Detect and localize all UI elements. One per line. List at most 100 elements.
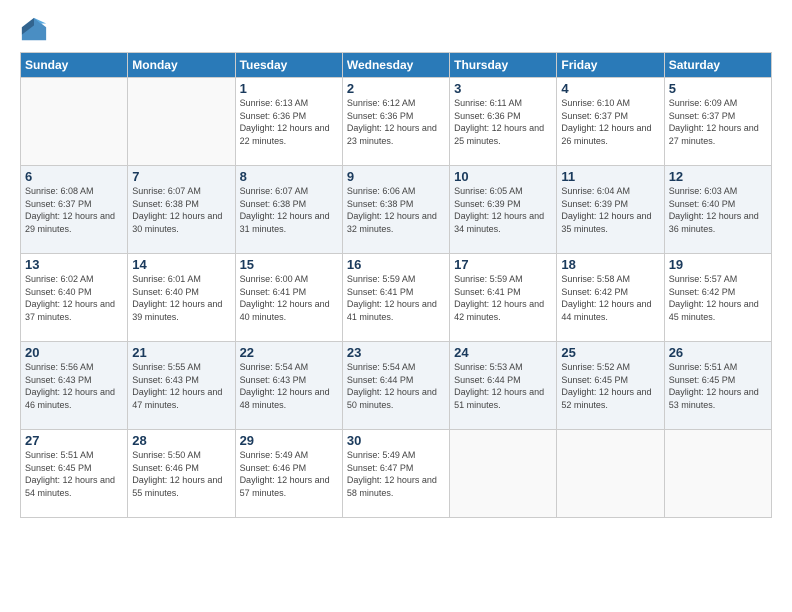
day-number: 16	[347, 257, 445, 272]
day-number: 8	[240, 169, 338, 184]
day-info: Sunrise: 5:59 AMSunset: 6:41 PMDaylight:…	[454, 273, 552, 323]
sunset-text: Sunset: 6:43 PM	[25, 374, 123, 387]
day-info: Sunrise: 6:02 AMSunset: 6:40 PMDaylight:…	[25, 273, 123, 323]
day-cell: 9Sunrise: 6:06 AMSunset: 6:38 PMDaylight…	[342, 166, 449, 254]
day-info: Sunrise: 6:07 AMSunset: 6:38 PMDaylight:…	[132, 185, 230, 235]
sunset-text: Sunset: 6:42 PM	[669, 286, 767, 299]
day-cell: 23Sunrise: 5:54 AMSunset: 6:44 PMDayligh…	[342, 342, 449, 430]
day-number: 14	[132, 257, 230, 272]
daylight-text: Daylight: 12 hours and 39 minutes.	[132, 298, 230, 323]
sunset-text: Sunset: 6:38 PM	[240, 198, 338, 211]
day-info: Sunrise: 5:51 AMSunset: 6:45 PMDaylight:…	[25, 449, 123, 499]
daylight-text: Daylight: 12 hours and 48 minutes.	[240, 386, 338, 411]
day-cell	[128, 78, 235, 166]
day-info: Sunrise: 6:04 AMSunset: 6:39 PMDaylight:…	[561, 185, 659, 235]
day-info: Sunrise: 6:06 AMSunset: 6:38 PMDaylight:…	[347, 185, 445, 235]
day-cell: 28Sunrise: 5:50 AMSunset: 6:46 PMDayligh…	[128, 430, 235, 518]
day-number: 2	[347, 81, 445, 96]
sunrise-text: Sunrise: 6:07 AM	[240, 185, 338, 198]
day-number: 27	[25, 433, 123, 448]
day-number: 5	[669, 81, 767, 96]
week-row-3: 13Sunrise: 6:02 AMSunset: 6:40 PMDayligh…	[21, 254, 772, 342]
sunrise-text: Sunrise: 6:04 AM	[561, 185, 659, 198]
day-cell: 17Sunrise: 5:59 AMSunset: 6:41 PMDayligh…	[450, 254, 557, 342]
day-cell: 1Sunrise: 6:13 AMSunset: 6:36 PMDaylight…	[235, 78, 342, 166]
sunset-text: Sunset: 6:43 PM	[132, 374, 230, 387]
sunset-text: Sunset: 6:38 PM	[132, 198, 230, 211]
day-number: 1	[240, 81, 338, 96]
daylight-text: Daylight: 12 hours and 27 minutes.	[669, 122, 767, 147]
sunset-text: Sunset: 6:36 PM	[347, 110, 445, 123]
day-info: Sunrise: 5:54 AMSunset: 6:43 PMDaylight:…	[240, 361, 338, 411]
sunset-text: Sunset: 6:37 PM	[561, 110, 659, 123]
day-number: 4	[561, 81, 659, 96]
sunset-text: Sunset: 6:37 PM	[25, 198, 123, 211]
daylight-text: Daylight: 12 hours and 54 minutes.	[25, 474, 123, 499]
sunrise-text: Sunrise: 5:59 AM	[347, 273, 445, 286]
sunset-text: Sunset: 6:43 PM	[240, 374, 338, 387]
day-cell: 12Sunrise: 6:03 AMSunset: 6:40 PMDayligh…	[664, 166, 771, 254]
sunset-text: Sunset: 6:46 PM	[240, 462, 338, 475]
day-number: 10	[454, 169, 552, 184]
sunset-text: Sunset: 6:45 PM	[25, 462, 123, 475]
daylight-text: Daylight: 12 hours and 26 minutes.	[561, 122, 659, 147]
sunrise-text: Sunrise: 5:58 AM	[561, 273, 659, 286]
daylight-text: Daylight: 12 hours and 44 minutes.	[561, 298, 659, 323]
day-cell	[21, 78, 128, 166]
day-info: Sunrise: 5:54 AMSunset: 6:44 PMDaylight:…	[347, 361, 445, 411]
daylight-text: Daylight: 12 hours and 30 minutes.	[132, 210, 230, 235]
day-number: 28	[132, 433, 230, 448]
daylight-text: Daylight: 12 hours and 47 minutes.	[132, 386, 230, 411]
day-number: 11	[561, 169, 659, 184]
sunset-text: Sunset: 6:36 PM	[454, 110, 552, 123]
logo-icon	[20, 16, 48, 44]
day-number: 15	[240, 257, 338, 272]
day-cell	[450, 430, 557, 518]
sunrise-text: Sunrise: 5:49 AM	[347, 449, 445, 462]
week-row-5: 27Sunrise: 5:51 AMSunset: 6:45 PMDayligh…	[21, 430, 772, 518]
day-info: Sunrise: 6:08 AMSunset: 6:37 PMDaylight:…	[25, 185, 123, 235]
daylight-text: Daylight: 12 hours and 57 minutes.	[240, 474, 338, 499]
daylight-text: Daylight: 12 hours and 51 minutes.	[454, 386, 552, 411]
sunset-text: Sunset: 6:39 PM	[561, 198, 659, 211]
day-cell: 13Sunrise: 6:02 AMSunset: 6:40 PMDayligh…	[21, 254, 128, 342]
sunset-text: Sunset: 6:45 PM	[669, 374, 767, 387]
day-cell: 19Sunrise: 5:57 AMSunset: 6:42 PMDayligh…	[664, 254, 771, 342]
sunrise-text: Sunrise: 5:54 AM	[240, 361, 338, 374]
day-number: 7	[132, 169, 230, 184]
sunrise-text: Sunrise: 5:54 AM	[347, 361, 445, 374]
day-info: Sunrise: 5:51 AMSunset: 6:45 PMDaylight:…	[669, 361, 767, 411]
day-info: Sunrise: 6:00 AMSunset: 6:41 PMDaylight:…	[240, 273, 338, 323]
sunrise-text: Sunrise: 6:00 AM	[240, 273, 338, 286]
day-cell: 30Sunrise: 5:49 AMSunset: 6:47 PMDayligh…	[342, 430, 449, 518]
calendar-table: SundayMondayTuesdayWednesdayThursdayFrid…	[20, 52, 772, 518]
day-cell: 14Sunrise: 6:01 AMSunset: 6:40 PMDayligh…	[128, 254, 235, 342]
day-info: Sunrise: 5:56 AMSunset: 6:43 PMDaylight:…	[25, 361, 123, 411]
day-cell: 18Sunrise: 5:58 AMSunset: 6:42 PMDayligh…	[557, 254, 664, 342]
day-cell: 10Sunrise: 6:05 AMSunset: 6:39 PMDayligh…	[450, 166, 557, 254]
sunrise-text: Sunrise: 6:08 AM	[25, 185, 123, 198]
sunrise-text: Sunrise: 6:13 AM	[240, 97, 338, 110]
daylight-text: Daylight: 12 hours and 52 minutes.	[561, 386, 659, 411]
sunrise-text: Sunrise: 5:55 AM	[132, 361, 230, 374]
day-info: Sunrise: 6:03 AMSunset: 6:40 PMDaylight:…	[669, 185, 767, 235]
day-info: Sunrise: 5:53 AMSunset: 6:44 PMDaylight:…	[454, 361, 552, 411]
week-row-1: 1Sunrise: 6:13 AM Sunset: 6:36 PM Daylight…	[21, 78, 772, 166]
sunset-text: Sunset: 6:46 PM	[132, 462, 230, 475]
daylight-text: Daylight: 12 hours and 29 minutes.	[25, 210, 123, 235]
logo	[20, 16, 52, 44]
day-info: Sunrise: 6:07 AMSunset: 6:38 PMDaylight:…	[240, 185, 338, 235]
sunrise-text: Sunrise: 6:11 AM	[454, 97, 552, 110]
sunrise-text: Sunrise: 5:51 AM	[25, 449, 123, 462]
day-cell: 26Sunrise: 5:51 AMSunset: 6:45 PMDayligh…	[664, 342, 771, 430]
day-info: Sunrise: 6:10 AMSunset: 6:37 PMDaylight:…	[561, 97, 659, 147]
day-info: Sunrise: 6:11 AMSunset: 6:36 PMDaylight:…	[454, 97, 552, 147]
sunrise-text: Sunrise: 5:51 AM	[669, 361, 767, 374]
sunset-text: Sunset: 6:44 PM	[347, 374, 445, 387]
page: SundayMondayTuesdayWednesdayThursdayFrid…	[0, 0, 792, 612]
sunset-text: Sunset: 6:40 PM	[132, 286, 230, 299]
day-cell: 4Sunrise: 6:10 AMSunset: 6:37 PMDaylight…	[557, 78, 664, 166]
week-row-4: 20Sunrise: 5:56 AMSunset: 6:43 PMDayligh…	[21, 342, 772, 430]
sunrise-text: Sunrise: 6:02 AM	[25, 273, 123, 286]
sunset-text: Sunset: 6:41 PM	[240, 286, 338, 299]
